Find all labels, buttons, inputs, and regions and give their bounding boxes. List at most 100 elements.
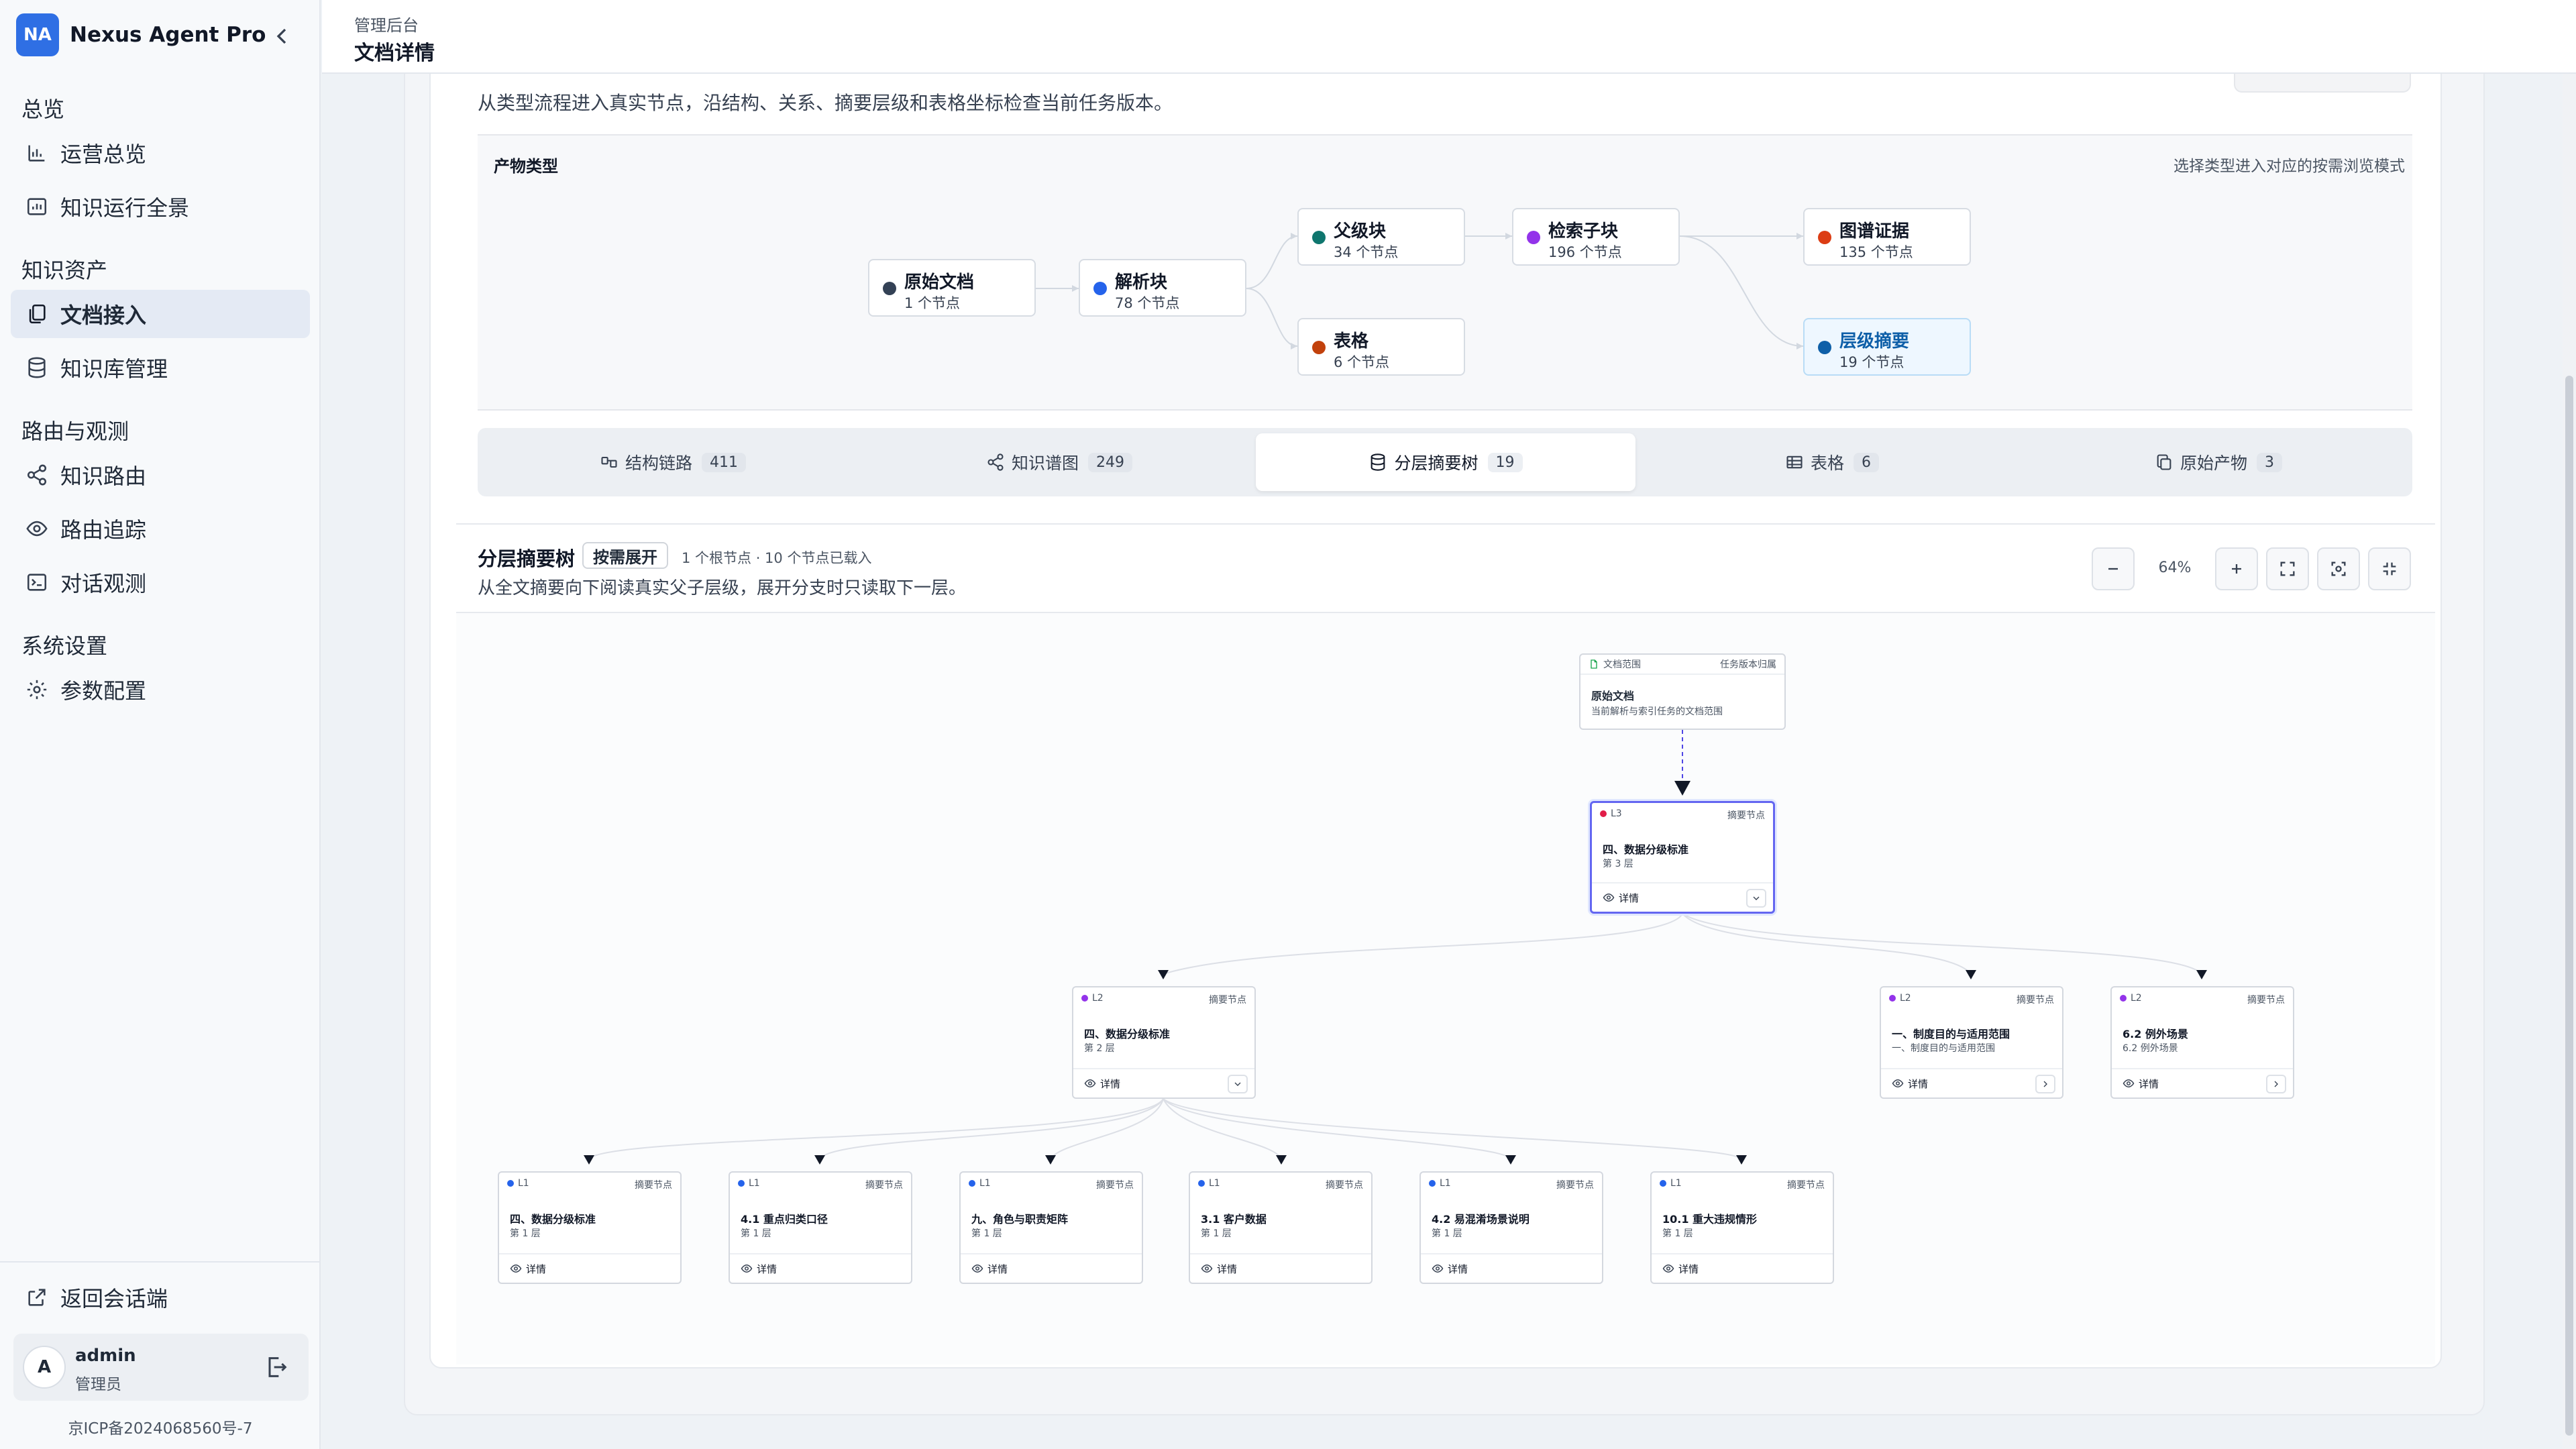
tree-node-l1[interactable]: L1 摘要节点 4.1 重点归类口径 第 1 层 详情 bbox=[729, 1171, 912, 1284]
sidebar-item-ops-overview[interactable]: 运营总览 bbox=[11, 129, 310, 177]
status-dot bbox=[1818, 231, 1831, 244]
collapse-all-button[interactable] bbox=[2368, 547, 2411, 590]
expand-toggle[interactable] bbox=[1746, 889, 1766, 908]
node-detail-button[interactable]: 详情 bbox=[961, 1253, 1142, 1283]
zoom-in-button[interactable] bbox=[2215, 547, 2258, 590]
level-badge: L1 bbox=[507, 1178, 529, 1189]
status-dot bbox=[883, 282, 896, 295]
node-kind: 摘要节点 bbox=[2017, 995, 2054, 1006]
sidebar-item-params[interactable]: 参数配置 bbox=[11, 665, 310, 714]
flow-node-graph-evidence[interactable]: 图谱证据 135 个节点 bbox=[1803, 208, 1971, 266]
flow-node-retrieval-chunk[interactable]: 检索子块 196 个节点 bbox=[1512, 208, 1680, 266]
flow-node-name: 表格 bbox=[1334, 331, 1369, 352]
node-detail-button[interactable]: 详情 bbox=[1421, 1253, 1602, 1283]
node-detail-button[interactable]: 详情 bbox=[2112, 1068, 2293, 1097]
level-text: L1 bbox=[749, 1178, 760, 1189]
chevron-left-icon[interactable] bbox=[268, 23, 295, 50]
flow-title: 产物类型 bbox=[494, 157, 558, 176]
tab-label: 结构链路 bbox=[625, 453, 692, 473]
expand-toggle[interactable] bbox=[1228, 1075, 1248, 1093]
flow-node-raw-doc[interactable]: 原始文档 1 个节点 bbox=[868, 259, 1036, 317]
chevron-right-icon bbox=[2043, 1081, 2047, 1087]
divider bbox=[456, 523, 2435, 525]
detail-label: 详情 bbox=[1217, 1263, 1238, 1275]
tab-raw-artifacts[interactable]: 原始产物 3 bbox=[2029, 433, 2408, 491]
level-dot bbox=[738, 1180, 745, 1187]
sidebar-item-knowledge-panorama[interactable]: 知识运行全景 bbox=[11, 182, 310, 231]
flow-node-name: 层级摘要 bbox=[1839, 331, 1910, 352]
breadcrumb[interactable]: 管理后台 bbox=[354, 12, 419, 36]
copy-icon bbox=[2157, 454, 2171, 470]
sidebar-item-kb-management[interactable]: 知识库管理 bbox=[11, 343, 310, 392]
flow-node-parsed-chunk[interactable]: 解析块 78 个节点 bbox=[1079, 259, 1246, 317]
detail-label: 详情 bbox=[1678, 1263, 1699, 1275]
node-detail-button[interactable]: 详情 bbox=[1652, 1253, 1833, 1283]
sidebar-item-document-ingest[interactable]: 文档接入 bbox=[11, 290, 310, 338]
node-kind: 摘要节点 bbox=[1787, 1180, 1825, 1191]
status-dot bbox=[1312, 231, 1326, 244]
sidebar-item-label: 知识库管理 bbox=[60, 356, 168, 382]
tree-root-node[interactable]: 文档范围 任务版本归属 原始文档 当前解析与索引任务的文档范围 bbox=[1579, 653, 1786, 730]
expand-toggle[interactable] bbox=[2266, 1075, 2286, 1093]
flow-node-parent-chunk[interactable]: 父级块 34 个节点 bbox=[1297, 208, 1465, 266]
level-dot bbox=[1600, 810, 1607, 817]
level-badge: L2 bbox=[1889, 993, 1911, 1004]
scrollbar-thumb[interactable] bbox=[2565, 376, 2573, 1436]
node-detail-button[interactable]: 详情 bbox=[1881, 1068, 2062, 1097]
user-name: admin bbox=[75, 1346, 136, 1366]
eye-icon bbox=[971, 1264, 983, 1273]
node-detail-button[interactable]: 详情 bbox=[499, 1253, 680, 1283]
eye-icon bbox=[741, 1264, 753, 1273]
tree-node-l2[interactable]: L2 摘要节点 四、数据分级标准 第 2 层 详情 bbox=[1072, 986, 1256, 1099]
flow-node-count: 196 个节点 bbox=[1548, 244, 1622, 260]
flow-node-hierarchical-summary[interactable]: 层级摘要 19 个节点 bbox=[1803, 318, 1971, 376]
node-detail-button[interactable]: 详情 bbox=[1592, 882, 1773, 912]
tree-node-l2[interactable]: L2 摘要节点 一、制度目的与适用范围 一、制度目的与适用范围 详情 bbox=[1880, 986, 2063, 1099]
detail-label: 详情 bbox=[1448, 1263, 1468, 1275]
sidebar-item-label: 对话观测 bbox=[60, 571, 147, 596]
expand-toggle[interactable] bbox=[2035, 1075, 2055, 1093]
logout-icon[interactable] bbox=[263, 1354, 290, 1381]
sidebar-item-route-trace[interactable]: 路由追踪 bbox=[11, 504, 310, 553]
tree-node-l1[interactable]: L1 摘要节点 四、数据分级标准 第 1 层 详情 bbox=[498, 1171, 682, 1284]
node-detail-button[interactable]: 详情 bbox=[1073, 1068, 1254, 1097]
tab-knowledge-graph[interactable]: 知识谱图 249 bbox=[869, 433, 1249, 491]
center-view-button[interactable] bbox=[2317, 547, 2360, 590]
structure-icon bbox=[601, 456, 617, 468]
tree-node-l1[interactable]: L1 摘要节点 4.2 易混淆场景说明 第 1 层 详情 bbox=[1419, 1171, 1603, 1284]
tab-label: 原始产物 bbox=[2180, 453, 2247, 473]
node-subtitle: 第 3 层 bbox=[1603, 859, 1633, 869]
level-badge: L2 bbox=[1081, 993, 1104, 1004]
sidebar-item-chat-observe[interactable]: 对话观测 bbox=[11, 558, 310, 606]
detail-label: 详情 bbox=[526, 1263, 547, 1275]
eye-icon bbox=[1662, 1264, 1674, 1273]
fit-view-button[interactable] bbox=[2266, 547, 2309, 590]
zoom-out-button[interactable] bbox=[2092, 547, 2135, 590]
tree-node-l1[interactable]: L1 摘要节点 10.1 重大违规情形 第 1 层 详情 bbox=[1650, 1171, 1834, 1284]
level-dot bbox=[1660, 1180, 1666, 1187]
node-subtitle: 第 1 层 bbox=[741, 1228, 771, 1239]
node-kind: 摘要节点 bbox=[1727, 810, 1765, 821]
tab-count: 19 bbox=[1487, 452, 1523, 472]
level-dot bbox=[1198, 1180, 1205, 1187]
tree-node-l1[interactable]: L1 摘要节点 九、角色与职责矩阵 第 1 层 详情 bbox=[959, 1171, 1143, 1284]
node-detail-button[interactable]: 详情 bbox=[730, 1253, 911, 1283]
detail-label: 详情 bbox=[757, 1263, 777, 1275]
back-to-chat-link[interactable]: 返回会话端 bbox=[11, 1273, 310, 1322]
level-badge: L1 bbox=[738, 1178, 760, 1189]
terminal-icon bbox=[27, 574, 47, 591]
node-detail-button[interactable]: 详情 bbox=[1190, 1253, 1371, 1283]
sidebar-item-knowledge-routing[interactable]: 知识路由 bbox=[11, 451, 310, 499]
tree-node-l1[interactable]: L1 摘要节点 3.1 客户数据 第 1 层 详情 bbox=[1189, 1171, 1373, 1284]
level-dot bbox=[1081, 995, 1088, 1002]
tab-summary-tree[interactable]: 分层摘要树 19 bbox=[1256, 433, 1635, 491]
flow-node-table[interactable]: 表格 6 个节点 bbox=[1297, 318, 1465, 376]
tab-tables[interactable]: 表格 6 bbox=[1642, 433, 2022, 491]
brand-avatar: NA bbox=[16, 13, 59, 56]
chevron-down-icon bbox=[1753, 896, 1760, 900]
root-subtitle: 当前解析与索引任务的文档范围 bbox=[1591, 706, 1723, 717]
tab-structure[interactable]: 结构链路 411 bbox=[483, 433, 863, 491]
node-kind: 摘要节点 bbox=[1556, 1180, 1594, 1191]
tree-node-l2[interactable]: L2 摘要节点 6.2 例外场景 6.2 例外场景 详情 bbox=[2110, 986, 2294, 1099]
tree-node-l3[interactable]: L3 摘要节点 四、数据分级标准 第 3 层 详情 bbox=[1590, 801, 1775, 914]
